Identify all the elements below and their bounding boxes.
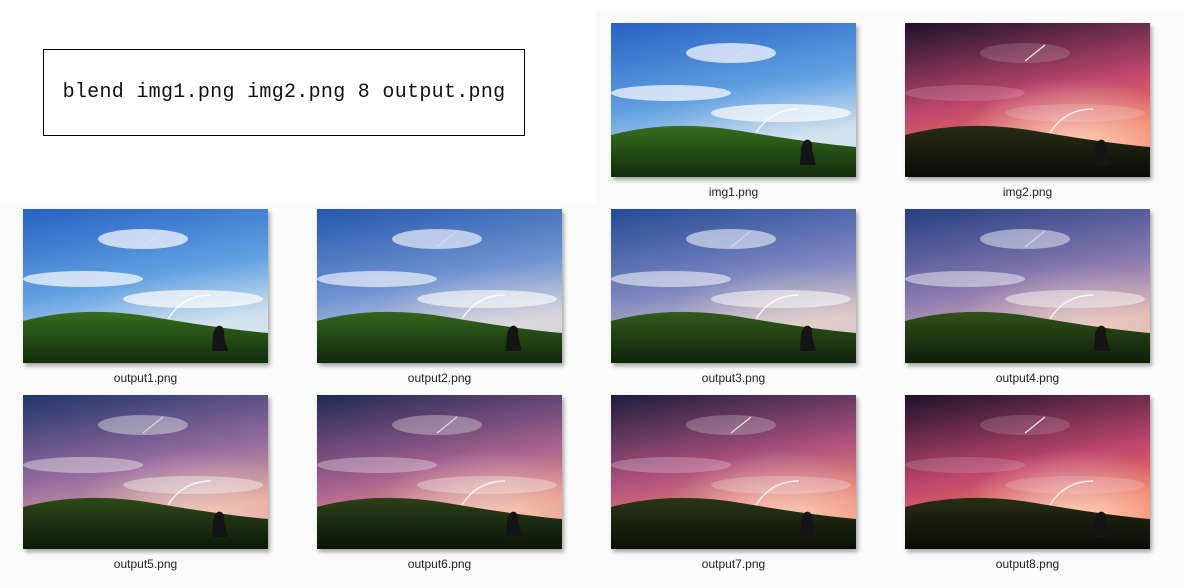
file-tile[interactable]: img2.png bbox=[905, 23, 1150, 199]
image-thumbnail[interactable] bbox=[317, 209, 562, 363]
image-thumbnail[interactable] bbox=[611, 395, 856, 549]
file-tile[interactable]: output8.png bbox=[905, 395, 1150, 571]
image-thumbnail[interactable] bbox=[611, 209, 856, 363]
file-tile[interactable]: output2.png bbox=[317, 209, 562, 385]
file-name-label[interactable]: output6.png bbox=[317, 557, 562, 571]
image-thumbnail[interactable] bbox=[905, 395, 1150, 549]
image-thumbnail[interactable] bbox=[23, 395, 268, 549]
file-tile[interactable]: output5.png bbox=[23, 395, 268, 571]
file-name-label[interactable]: output8.png bbox=[905, 557, 1150, 571]
file-tile[interactable]: output3.png bbox=[611, 209, 856, 385]
file-tile[interactable]: output7.png bbox=[611, 395, 856, 571]
image-thumbnail[interactable] bbox=[317, 395, 562, 549]
file-tile[interactable]: output1.png bbox=[23, 209, 268, 385]
file-name-label[interactable]: output1.png bbox=[23, 371, 268, 385]
file-name-label[interactable]: output7.png bbox=[611, 557, 856, 571]
image-thumbnail[interactable] bbox=[905, 209, 1150, 363]
file-name-label[interactable]: output2.png bbox=[317, 371, 562, 385]
file-name-label[interactable]: img1.png bbox=[611, 185, 856, 199]
file-tile[interactable]: output4.png bbox=[905, 209, 1150, 385]
file-name-label[interactable]: img2.png bbox=[905, 185, 1150, 199]
file-name-label[interactable]: output4.png bbox=[905, 371, 1150, 385]
file-tile[interactable]: output6.png bbox=[317, 395, 562, 571]
command-text: blend img1.png img2.png 8 output.png bbox=[43, 49, 525, 136]
file-name-label[interactable]: output3.png bbox=[611, 371, 856, 385]
file-tile[interactable]: img1.png bbox=[611, 23, 856, 199]
command-panel: blend img1.png img2.png 8 output.png bbox=[0, 0, 596, 202]
image-thumbnail[interactable] bbox=[23, 209, 268, 363]
image-thumbnail[interactable] bbox=[611, 23, 856, 177]
file-name-label[interactable]: output5.png bbox=[23, 557, 268, 571]
image-thumbnail[interactable] bbox=[905, 23, 1150, 177]
